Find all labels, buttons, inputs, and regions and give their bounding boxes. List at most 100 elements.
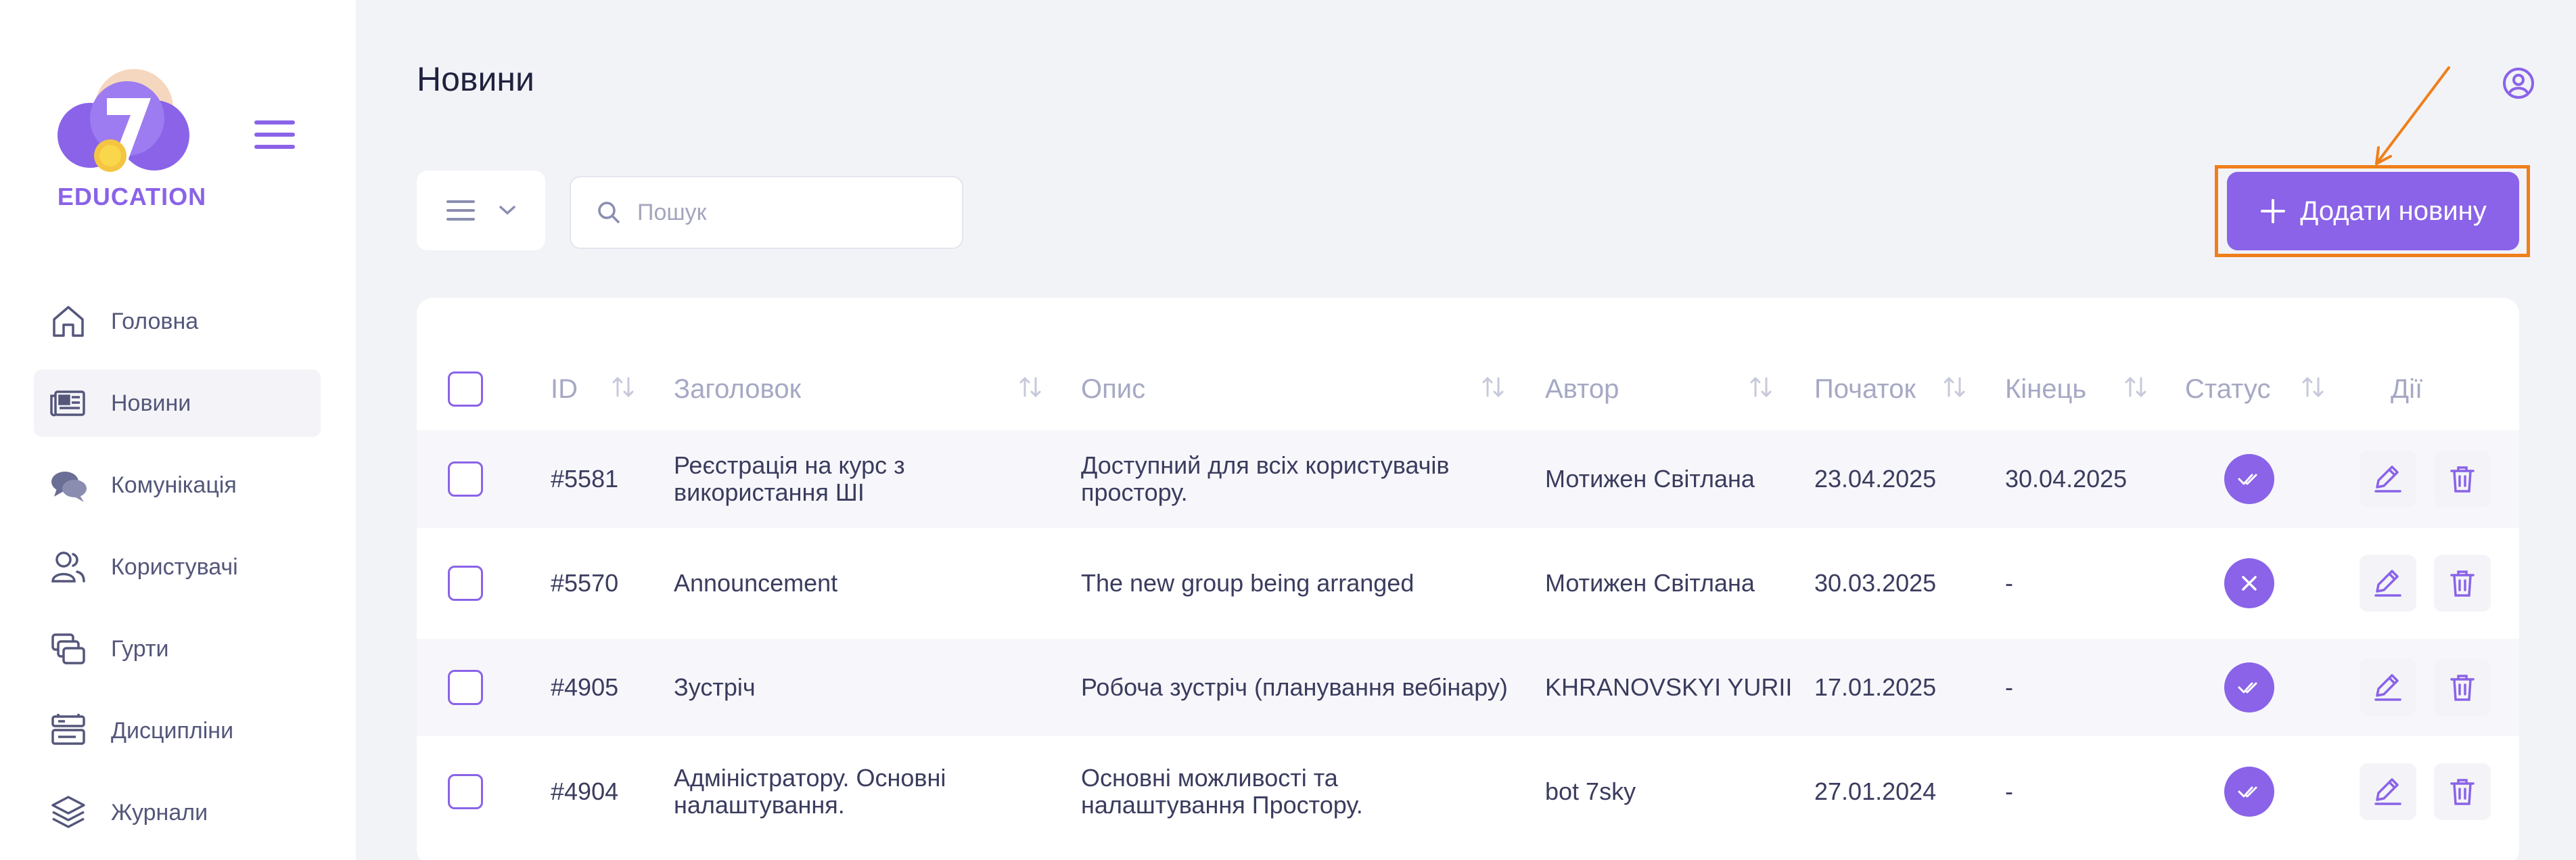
disciplines-icon [51, 714, 85, 745]
status-published-badge[interactable] [2224, 767, 2274, 817]
sidebar-item-users[interactable]: Користувачі [34, 533, 321, 601]
sidebar-item-label: Користувачі [111, 553, 238, 580]
edit-button[interactable] [2360, 659, 2416, 716]
table-header: ID Заголовок Опис Автор Початок Кінець С… [417, 359, 2519, 420]
row-title: Announcement [674, 569, 838, 597]
sort-icon[interactable] [2300, 374, 2326, 400]
logo[interactable]: EDUCATION [53, 68, 222, 215]
row-checkbox[interactable] [448, 461, 483, 497]
row-id: #4904 [551, 777, 619, 805]
close-icon [2242, 576, 2257, 591]
home-icon [53, 306, 84, 337]
sidebar: EDUCATION Головна Новини Комунікація Кор… [0, 0, 356, 860]
row-title: Адміністратору. Основні налаштування. [674, 764, 946, 819]
column-header-end[interactable]: Кінець [2005, 359, 2086, 420]
trash-icon [2450, 675, 2475, 701]
sidebar-item-label: Новини [111, 390, 191, 416]
search-box [570, 176, 963, 249]
sidebar-item-groups[interactable]: Гурти [34, 615, 321, 683]
row-checkbox[interactable] [448, 774, 483, 809]
row-description: Робоча зустріч (планування вебінару) [1081, 673, 1508, 701]
layers-icon [51, 796, 85, 828]
sidebar-item-label: Журнали [111, 799, 208, 825]
list-icon [446, 200, 475, 221]
sort-icon[interactable] [1480, 374, 1506, 400]
row-id: #5570 [551, 569, 619, 597]
plus-icon [2261, 199, 2286, 223]
table-row: #4904 Адміністратору. Основні налаштуван… [417, 743, 2519, 840]
sort-icon[interactable] [1748, 374, 1774, 400]
double-check-icon [2238, 786, 2257, 798]
sidebar-item-disciplines[interactable]: Дисципліни [34, 697, 321, 765]
row-description: Основні можливості та налаштування Прост… [1081, 764, 1363, 819]
news-table: ID Заголовок Опис Автор Початок Кінець С… [417, 298, 2519, 860]
edit-icon [2374, 570, 2401, 597]
select-all-checkbox[interactable] [448, 371, 483, 407]
column-header-id[interactable]: ID [551, 359, 578, 420]
row-end-date: - [2005, 777, 2013, 805]
row-id: #5581 [551, 465, 619, 493]
column-header-author[interactable]: Автор [1545, 359, 1619, 420]
search-icon [598, 202, 620, 223]
row-author: Мотижен Світлана [1545, 569, 1755, 597]
edit-icon [2374, 778, 2401, 805]
row-description: The new group being arranged [1081, 569, 1414, 597]
row-author: bot 7sky [1545, 777, 1636, 805]
double-check-icon [2238, 474, 2257, 485]
delete-button[interactable] [2434, 451, 2491, 507]
delete-button[interactable] [2434, 555, 2491, 612]
row-start-date: 23.04.2025 [1814, 465, 1937, 493]
user-profile-icon[interactable] [2502, 66, 2535, 100]
row-author: KHRANOVSKYI YURII [1545, 673, 1793, 701]
annotation-arrow [2375, 66, 2450, 165]
status-unpublished-badge[interactable] [2224, 558, 2274, 608]
logo-text: EDUCATION [57, 183, 207, 210]
trash-icon [2450, 779, 2475, 805]
sort-icon[interactable] [1017, 374, 1043, 400]
delete-button[interactable] [2434, 659, 2491, 716]
sidebar-item-news[interactable]: Новини [34, 369, 321, 437]
row-title: Реєстрація на курс з використання ШІ [674, 451, 905, 506]
row-end-date: 30.04.2025 [2005, 465, 2128, 493]
row-checkbox[interactable] [448, 670, 483, 705]
list-view-dropdown[interactable] [417, 171, 545, 250]
double-check-icon [2238, 682, 2257, 694]
newspaper-icon [50, 390, 85, 417]
edit-button[interactable] [2360, 555, 2416, 612]
row-author: Мотижен Світлана [1545, 465, 1755, 493]
row-start-date: 27.01.2024 [1814, 777, 1937, 805]
sidebar-item-home[interactable]: Головна [34, 288, 321, 355]
column-header-status[interactable]: Статус [2185, 359, 2270, 420]
page-title: Новини [417, 60, 534, 98]
chat-icon [51, 472, 87, 502]
column-header-description[interactable]: Опис [1081, 359, 1145, 420]
column-header-start[interactable]: Початок [1814, 359, 1916, 420]
table-row: #5570 Announcement The new group being a… [417, 535, 2519, 632]
menu-toggle-icon[interactable] [254, 120, 295, 154]
status-published-badge[interactable] [2224, 662, 2274, 712]
row-start-date: 30.03.2025 [1814, 569, 1937, 597]
sort-icon[interactable] [610, 374, 636, 400]
sort-icon[interactable] [2123, 374, 2148, 400]
sidebar-item-journals[interactable]: Журнали [34, 779, 321, 846]
edit-icon [2374, 466, 2401, 493]
add-news-button[interactable]: Додати новину [2227, 172, 2519, 250]
sort-icon[interactable] [1941, 374, 1967, 400]
edit-icon [2374, 674, 2401, 701]
search-input[interactable] [637, 199, 935, 226]
sidebar-item-label: Гурти [111, 635, 169, 662]
column-header-title[interactable]: Заголовок [674, 359, 801, 420]
chevron-down-icon [499, 206, 515, 215]
groups-icon [51, 633, 85, 664]
sidebar-item-label: Головна [111, 308, 199, 334]
status-published-badge[interactable] [2224, 454, 2274, 504]
row-description: Доступний для всіх користувачів простору… [1081, 451, 1450, 506]
row-end-date: - [2005, 673, 2013, 701]
add-news-label: Додати новину [2300, 196, 2487, 226]
table-row: #5581 Реєстрація на курс з використання … [417, 430, 2519, 528]
edit-button[interactable] [2360, 763, 2416, 820]
sidebar-item-communication[interactable]: Комунікація [34, 451, 321, 519]
delete-button[interactable] [2434, 763, 2491, 820]
edit-button[interactable] [2360, 451, 2416, 507]
row-checkbox[interactable] [448, 566, 483, 601]
